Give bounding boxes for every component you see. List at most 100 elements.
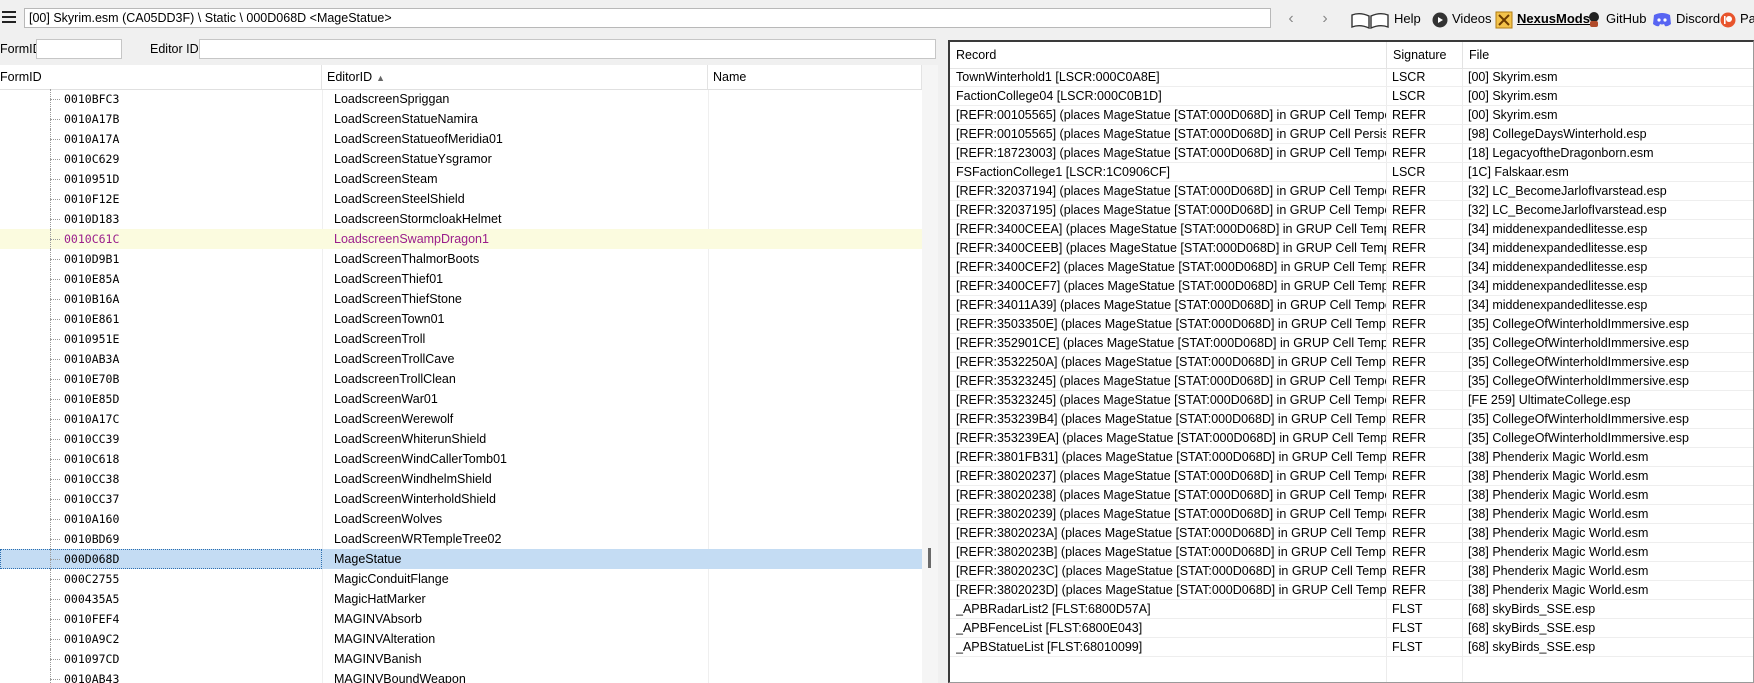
table-row[interactable]: 0010CC39 LoadScreenWhiterunShield — [0, 429, 922, 449]
table-row[interactable]: 0010951D LoadScreenSteam — [0, 169, 922, 189]
editorid-filter-input[interactable] — [199, 39, 936, 59]
table-row[interactable]: 000435A5 MagicHatMarker — [0, 589, 922, 609]
forward-arrow-icon[interactable]: › — [1313, 8, 1337, 30]
list-item[interactable]: _APBRadarList2 [FLST:6800D57A] FLST [68] s… — [950, 600, 1753, 619]
list-item[interactable]: [REFR:3802023B] (places MageStatue [STAT… — [950, 543, 1753, 562]
list-item[interactable]: [REFR:3400CEEB] (places MageStatue [STAT… — [950, 239, 1753, 258]
table-row[interactable]: 0010A9C2 MAGINVAlteration — [0, 629, 922, 649]
file-column-header[interactable]: File — [1463, 42, 1753, 68]
nexusmods-button[interactable]: NexusMods — [1495, 8, 1590, 30]
table-row[interactable]: 0010D183 LoadscreenStormcloakHelmet — [0, 209, 922, 229]
referenced-by-list[interactable]: Record Signature File TownWinterhold1 [L… — [948, 40, 1754, 683]
table-row[interactable]: 0010FEF4 MAGINVAbsorb — [0, 609, 922, 629]
table-row[interactable]: 0010CC38 LoadScreenWindhelmShield — [0, 469, 922, 489]
signature-cell: FLST — [1392, 621, 1423, 635]
vertical-scrollbar[interactable] — [922, 65, 938, 683]
list-item[interactable]: [REFR:3801FB31] (places MageStatue [STAT… — [950, 448, 1753, 467]
tree-guide-line — [50, 599, 60, 600]
record-cell: [REFR:35323245] (places MageStatue [STAT… — [956, 374, 1386, 388]
table-row[interactable]: 0010C618 LoadScreenWindCallerTomb01 — [0, 449, 922, 469]
list-item[interactable]: [REFR:00105565] (places MageStatue [STAT… — [950, 106, 1753, 125]
patreon-button[interactable]: Pa — [1720, 8, 1754, 30]
tree-guide-line — [50, 119, 60, 120]
list-item[interactable]: [REFR:3400CEEA] (places MageStatue [STAT… — [950, 220, 1753, 239]
list-item[interactable]: [REFR:3400CEF7] (places MageStatue [STAT… — [950, 277, 1753, 296]
list-item[interactable]: [REFR:352901CE] (places MageStatue [STAT… — [950, 334, 1753, 353]
editorid-column-header[interactable]: EditorID ▲ — [322, 65, 708, 89]
table-row[interactable]: 0010F12E LoadScreenSteelShield — [0, 189, 922, 209]
list-item[interactable]: TownWinterhold1 [LSCR:000C0A8E] LSCR [00] … — [950, 68, 1753, 87]
list-item[interactable]: [REFR:3802023D] (places MageStatue [STAT… — [950, 581, 1753, 600]
list-item[interactable]: [REFR:353239EA] (places MageStatue [STAT… — [950, 429, 1753, 448]
signature-cell: REFR — [1392, 469, 1427, 483]
record-cell: [REFR:3802023C] (places MageStatue [STAT… — [956, 564, 1386, 578]
table-row[interactable]: 000D068D MageStatue — [0, 549, 922, 569]
list-item[interactable]: [REFR:3802023A] (places MageStatue [STAT… — [950, 524, 1753, 543]
list-item[interactable]: [REFR:3503350E] (places MageStatue [STAT… — [950, 315, 1753, 334]
list-item[interactable]: [REFR:35323245] (places MageStatue [STAT… — [950, 372, 1753, 391]
list-item[interactable]: [REFR:32037194] (places MageStatue [STAT… — [950, 182, 1753, 201]
record-cell: [REFR:3503350E] (places MageStatue [STAT… — [956, 317, 1386, 331]
github-icon — [1589, 11, 1599, 27]
videos-button[interactable]: Videos — [1432, 8, 1492, 30]
table-row[interactable]: 0010E70B LoadscreenTrollClean — [0, 369, 922, 389]
table-row[interactable]: 0010AB3A LoadScreenTrollCave — [0, 349, 922, 369]
table-row[interactable]: 0010E861 LoadScreenTown01 — [0, 309, 922, 329]
table-row[interactable]: 0010C629 LoadScreenStatueYsgramor — [0, 149, 922, 169]
list-item[interactable]: [REFR:38020237] (places MageStatue [STAT… — [950, 467, 1753, 486]
github-button[interactable]: GitHub — [1586, 8, 1646, 30]
list-item[interactable]: FactionCollege04 [LSCR:000C0B1D] LSCR [00]… — [950, 87, 1753, 106]
scrollbar-thumb[interactable] — [928, 548, 931, 568]
formid-filter-input[interactable] — [36, 39, 122, 59]
list-item[interactable]: [REFR:32037195] (places MageStatue [STAT… — [950, 201, 1753, 220]
table-row[interactable]: 0010E85A LoadScreenThief01 — [0, 269, 922, 289]
list-item[interactable]: FSFactionCollege1 [LSCR:1C0906CF] LSCR [1C… — [950, 163, 1753, 182]
help-button[interactable]: Help — [1350, 8, 1421, 30]
list-item[interactable]: [REFR:3532250A] (places MageStatue [STAT… — [950, 353, 1753, 372]
signature-cell: REFR — [1392, 431, 1427, 445]
list-item[interactable]: [REFR:35323245] (places MageStatue [STAT… — [950, 391, 1753, 410]
table-row[interactable]: 0010D9B1 LoadScreenThalmorBoots — [0, 249, 922, 269]
table-row[interactable]: 0010A17C LoadScreenWerewolf — [0, 409, 922, 429]
table-row[interactable]: 0010AB43 MAGINVBoundWeapon — [0, 669, 922, 683]
table-row[interactable]: 0010BD69 LoadScreenWRTempleTree02 — [0, 529, 922, 549]
file-cell: [34] middenexpandedlitesse.esp — [1468, 279, 1648, 293]
tree-guide-line — [50, 539, 60, 540]
signature-cell: LSCR — [1392, 89, 1426, 103]
record-path-field[interactable]: [00] Skyrim.esm (CA05DD3F) \ Static \ 00… — [24, 8, 1271, 28]
name-column-header[interactable]: Name — [708, 65, 922, 89]
list-item[interactable]: _APBFenceList [FLST:6800E043] FLST [68] sk… — [950, 619, 1753, 638]
list-item[interactable]: _APBStatueList [FLST:68010099] FLST [68] s… — [950, 638, 1753, 657]
list-item[interactable]: [REFR:00105565] (places MageStatue [STAT… — [950, 125, 1753, 144]
list-item[interactable]: [REFR:18723003] (places MageStatue [STAT… — [950, 144, 1753, 163]
list-item[interactable]: [REFR:38020238] (places MageStatue [STAT… — [950, 486, 1753, 505]
formid-cell: 0010CC38 — [64, 472, 120, 486]
table-row[interactable]: 0010E85D LoadScreenWar01 — [0, 389, 922, 409]
back-arrow-icon[interactable]: ‹ — [1279, 8, 1303, 30]
table-row[interactable]: 0010951E LoadScreenTroll — [0, 329, 922, 349]
signature-column-header[interactable]: Signature — [1387, 42, 1463, 68]
table-row[interactable]: 0010A160 LoadScreenWolves — [0, 509, 922, 529]
formid-column-header[interactable]: FormID — [0, 65, 322, 89]
list-item[interactable]: [REFR:34011A39] (places MageStatue [STAT… — [950, 296, 1753, 315]
discord-button[interactable]: Discord — [1652, 8, 1720, 30]
table-row[interactable]: 0010A17B LoadScreenStatueNamira — [0, 109, 922, 129]
table-row[interactable]: 000C2755 MagicConduitFlange — [0, 569, 922, 589]
record-cell: [REFR:38020239] (places MageStatue [STAT… — [956, 507, 1386, 521]
list-item[interactable]: [REFR:3400CEF2] (places MageStatue [STAT… — [950, 258, 1753, 277]
table-row[interactable]: 0010C61C LoadscreenSwampDragon1 — [0, 229, 922, 249]
list-item[interactable]: [REFR:3802023C] (places MageStatue [STAT… — [950, 562, 1753, 581]
table-row[interactable]: 0010B16A LoadScreenThiefStone — [0, 289, 922, 309]
menu-icon[interactable] — [2, 11, 16, 23]
editorid-cell: LoadScreenSteelShield — [334, 192, 465, 206]
table-row[interactable]: 0010CC37 LoadScreenWinterholdShield — [0, 489, 922, 509]
signature-cell: REFR — [1392, 336, 1427, 350]
table-row[interactable]: 0010BFC3 LoadscreenSpriggan — [0, 89, 922, 109]
editorid-cell: LoadScreenWolves — [334, 512, 443, 526]
table-row[interactable]: 0010A17A LoadScreenStatueofMeridia01 — [0, 129, 922, 149]
record-column-header[interactable]: Record — [950, 42, 1387, 68]
list-item[interactable]: [REFR:353239B4] (places MageStatue [STAT… — [950, 410, 1753, 429]
list-item[interactable]: [REFR:38020239] (places MageStatue [STAT… — [950, 505, 1753, 524]
table-row[interactable]: 001097CD MAGINVBanish — [0, 649, 922, 669]
record-tree[interactable]: FormID EditorID ▲ Name 0010BFC3 Loadscreen… — [0, 65, 938, 683]
